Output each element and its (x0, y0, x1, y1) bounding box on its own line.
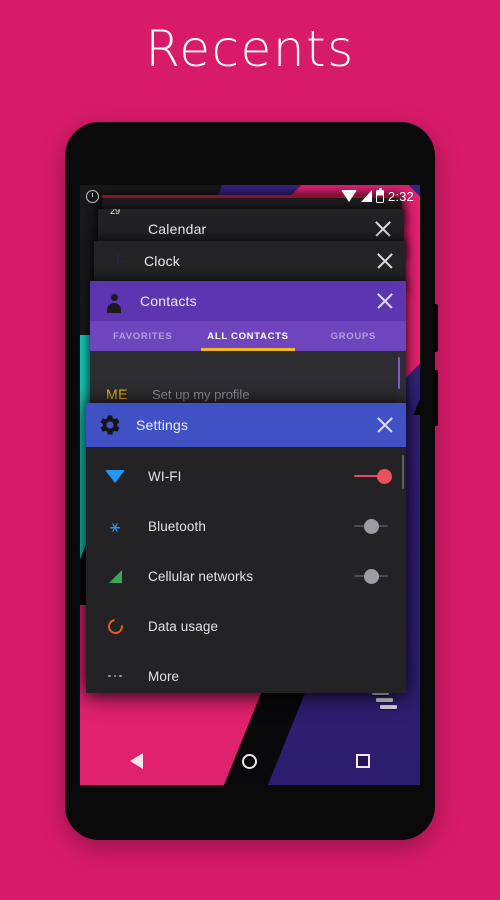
battery-icon (375, 187, 384, 203)
tab-favorites[interactable]: FAVORITES (90, 321, 195, 351)
recents-card-stack: Calendar Clock Contacts FAVORITES ALL CO… (80, 185, 420, 785)
card-title: Calendar (148, 221, 207, 237)
volume-button[interactable] (434, 370, 438, 426)
card-header: Contacts (90, 281, 406, 321)
settings-row-label: More (148, 668, 180, 684)
card-header: Clock (94, 241, 406, 281)
settings-row-more[interactable]: More (86, 651, 406, 693)
cellular-toggle[interactable] (352, 568, 392, 584)
settings-row-bluetooth[interactable]: ⚹ Bluetooth (86, 501, 406, 551)
card-title: Settings (136, 417, 189, 433)
bluetooth-toggle[interactable] (352, 518, 392, 534)
wifi-toggle[interactable] (352, 468, 392, 484)
gear-icon (98, 413, 122, 437)
phone-screen: 2:32 Calendar Clock Contacts FAVORITES A… (80, 185, 420, 785)
settings-row-label: Cellular networks (148, 568, 254, 584)
recents-card-contacts[interactable]: Contacts FAVORITES ALL CONTACTS GROUPS M… (90, 281, 406, 411)
close-icon[interactable] (374, 220, 392, 238)
settings-list: WI-FI ⚹ Bluetooth Cellular networks Data… (86, 447, 406, 693)
contacts-list: ME Set up my profile (90, 351, 406, 411)
close-icon[interactable] (376, 252, 394, 270)
card-title: Contacts (140, 293, 197, 309)
back-button[interactable] (115, 739, 159, 783)
me-label: ME (106, 386, 128, 402)
wifi-icon (340, 190, 357, 202)
status-bar: 2:32 (80, 185, 420, 207)
tab-all-contacts[interactable]: ALL CONTACTS (195, 321, 300, 351)
tab-groups[interactable]: GROUPS (301, 321, 406, 351)
recents-button[interactable] (341, 739, 385, 783)
contact-icon (102, 289, 126, 313)
settings-row-cellular[interactable]: Cellular networks (86, 551, 406, 601)
list-item-me[interactable]: ME Set up my profile (90, 383, 406, 405)
page-title: Recents (145, 20, 355, 78)
screenshot-root: Recents 2:32 Calendar Clock Contacts FAV… (0, 0, 500, 900)
signal-icon (360, 190, 372, 202)
settings-row-label: Data usage (148, 618, 219, 634)
navigation-bar (80, 737, 420, 785)
card-header: Settings (86, 403, 406, 447)
settings-row-data-usage[interactable]: Data usage (86, 601, 406, 651)
settings-row-wifi[interactable]: WI-FI (86, 451, 406, 501)
close-icon[interactable] (376, 416, 394, 434)
status-bar-clock: 2:32 (387, 188, 414, 204)
home-button[interactable] (228, 739, 272, 783)
settings-row-label: Bluetooth (148, 518, 206, 534)
settings-row-label: WI-FI (148, 468, 182, 484)
contacts-tabs: FAVORITES ALL CONTACTS GROUPS (90, 321, 406, 351)
wifi-icon (104, 469, 126, 483)
more-icon (104, 674, 126, 678)
card-title: Clock (144, 253, 181, 269)
calendar-icon (110, 217, 134, 241)
me-subtitle: Set up my profile (152, 386, 250, 402)
close-icon[interactable] (376, 292, 394, 310)
settings-scrollbar[interactable] (401, 455, 404, 489)
bluetooth-icon: ⚹ (109, 516, 121, 536)
data-usage-icon (104, 615, 126, 637)
phone-device: 2:32 Calendar Clock Contacts FAVORITES A… (65, 122, 438, 840)
recents-card-settings[interactable]: Settings WI-FI ⚹ Bluetooth Cellular netw… (86, 403, 406, 693)
signal-icon (104, 569, 126, 583)
power-button[interactable] (434, 304, 438, 352)
clock-icon (106, 249, 130, 273)
alarm-icon (86, 189, 99, 203)
